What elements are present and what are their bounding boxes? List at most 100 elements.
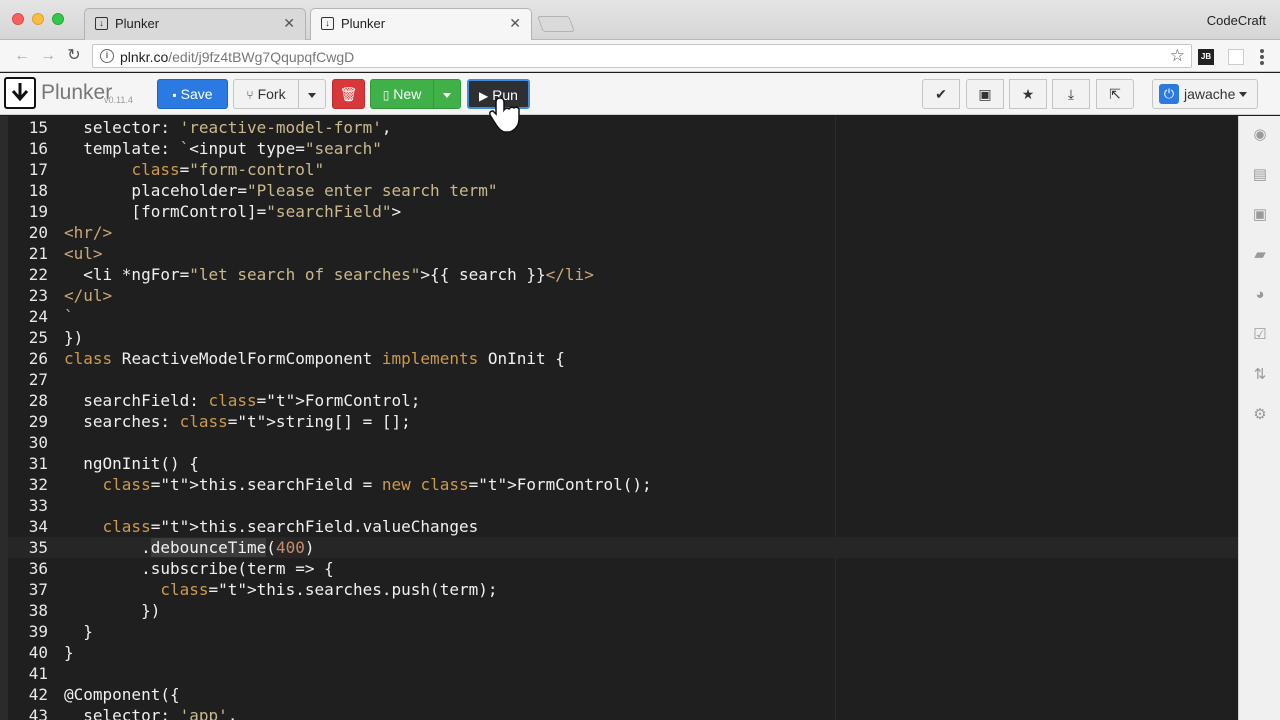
line-number[interactable]: 16	[8, 138, 48, 159]
minimize-window-button[interactable]	[32, 13, 44, 25]
back-arrow-icon[interactable]: ←	[12, 46, 32, 66]
code-line[interactable]: 28 searchField: class="t">FormControl;	[8, 390, 1238, 411]
tab-close-icon[interactable]: ✕	[509, 15, 521, 32]
code-line[interactable]: 20 <hr/>	[8, 222, 1238, 243]
save-button[interactable]: ▪ Save	[157, 79, 228, 109]
code-line[interactable]: 26 class ReactiveModelFormComponent imple…	[8, 348, 1238, 369]
browser-tab-2[interactable]: ↓ Plunker ✕	[310, 8, 532, 40]
new-tab-button[interactable]	[537, 16, 575, 32]
line-number[interactable]: 25	[8, 327, 48, 348]
open-external-button[interactable]: ⇱	[1096, 79, 1134, 109]
info-icon[interactable]: i	[100, 49, 114, 63]
blank-extension-icon[interactable]	[1228, 49, 1244, 65]
address-bar[interactable]: i plnkr.co/edit/j9fz4tBWg7QqupqfCwgD ☆	[92, 44, 1192, 68]
delete-button[interactable]: 🗑	[332, 79, 365, 109]
close-window-button[interactable]	[12, 13, 24, 25]
download-button[interactable]: ⤓	[1052, 79, 1090, 109]
gear-icon[interactable]: ⚙	[1251, 406, 1269, 424]
line-number[interactable]: 21	[8, 243, 48, 264]
line-number[interactable]: 15	[8, 117, 48, 138]
line-number[interactable]: 36	[8, 558, 48, 579]
book-icon[interactable]: ▤	[1251, 166, 1269, 184]
line-number[interactable]: 26	[8, 348, 48, 369]
code-line[interactable]: 24 `	[8, 306, 1238, 327]
briefcase-button[interactable]: ▣	[966, 79, 1004, 109]
code-line[interactable]: 43 selector: 'app',	[8, 705, 1238, 720]
code-line[interactable]: 42 @Component({	[8, 684, 1238, 705]
check-square-icon[interactable]: ☑	[1251, 326, 1269, 344]
browser-profile-name[interactable]: CodeCraft	[1207, 13, 1266, 28]
line-number[interactable]: 35	[8, 537, 48, 558]
line-number[interactable]: 17	[8, 159, 48, 180]
line-number[interactable]: 42	[8, 684, 48, 705]
line-number[interactable]: 20	[8, 222, 48, 243]
browser-menu-icon[interactable]	[1260, 49, 1264, 65]
line-number[interactable]: 29	[8, 411, 48, 432]
line-number[interactable]: 28	[8, 390, 48, 411]
user-menu-button[interactable]: ⏻ jawache	[1152, 79, 1258, 109]
line-number[interactable]: 34	[8, 516, 48, 537]
maximize-window-button[interactable]	[52, 13, 64, 25]
dashboard-icon[interactable]: ◕	[1251, 286, 1269, 304]
new-dropdown-button[interactable]	[433, 79, 461, 109]
code-line[interactable]: 22 <li *ngFor="let search of searches">{…	[8, 264, 1238, 285]
code-line[interactable]: 40}	[8, 642, 1238, 663]
forward-arrow-icon[interactable]: →	[38, 46, 58, 66]
star-button[interactable]: ★	[1009, 79, 1047, 109]
plunker-logo-text[interactable]: Plunker	[41, 81, 112, 105]
lint-check-button[interactable]: ✔	[922, 79, 960, 109]
code-line[interactable]: 15 selector: 'reactive-model-form',	[8, 117, 1238, 138]
code-line[interactable]: 29 searches: class="t">string[] = [];	[8, 411, 1238, 432]
code-line[interactable]: 30	[8, 432, 1238, 453]
line-number[interactable]: 38	[8, 600, 48, 621]
code-line[interactable]: 35 .debounceTime(400)	[8, 537, 1238, 558]
browser-tab-1[interactable]: ↓ Plunker ✕	[84, 8, 306, 40]
code-line[interactable]: 23 </ul>	[8, 285, 1238, 306]
reload-icon[interactable]: ↻	[64, 46, 84, 66]
tab-close-icon[interactable]: ✕	[283, 15, 295, 32]
eye-icon[interactable]: ◉	[1251, 126, 1269, 144]
line-number[interactable]: 22	[8, 264, 48, 285]
plunker-logo-icon[interactable]	[4, 77, 36, 109]
line-number[interactable]: 40	[8, 642, 48, 663]
fork-dropdown-button[interactable]	[298, 79, 326, 109]
new-button[interactable]: ▯ New	[370, 79, 434, 109]
retweet-icon[interactable]: ⇅	[1251, 366, 1269, 384]
code-line[interactable]: 17 class="form-control"	[8, 159, 1238, 180]
line-number[interactable]: 37	[8, 579, 48, 600]
line-number[interactable]: 32	[8, 474, 48, 495]
line-number[interactable]: 23	[8, 285, 48, 306]
code-line[interactable]: 33	[8, 495, 1238, 516]
code-line[interactable]: 27	[8, 369, 1238, 390]
line-number[interactable]: 39	[8, 621, 48, 642]
code-line[interactable]: 21 <ul>	[8, 243, 1238, 264]
code-line[interactable]: 41	[8, 663, 1238, 684]
line-number[interactable]: 18	[8, 180, 48, 201]
code-line[interactable]: 25})	[8, 327, 1238, 348]
code-line[interactable]: 37 class="t">this.searches.push(term);	[8, 579, 1238, 600]
code-line[interactable]: 38 })	[8, 600, 1238, 621]
url-text[interactable]: plnkr.co/edit/j9fz4tBWg7QqupqfCwgD	[120, 49, 354, 65]
line-number[interactable]: 41	[8, 663, 48, 684]
line-number[interactable]: 31	[8, 453, 48, 474]
code-line[interactable]: 32 class="t">this.searchField = new clas…	[8, 474, 1238, 495]
code-line[interactable]: 36 .subscribe(term => {	[8, 558, 1238, 579]
line-number[interactable]: 27	[8, 369, 48, 390]
code-line[interactable]: 39 }	[8, 621, 1238, 642]
jetbrains-extension-icon[interactable]: JB	[1198, 49, 1214, 65]
code-line[interactable]: 18 placeholder="Please enter search term…	[8, 180, 1238, 201]
comments-icon[interactable]: ▰	[1251, 246, 1269, 264]
code-line[interactable]: 34 class="t">this.searchField.valueChang…	[8, 516, 1238, 537]
bookmark-star-icon[interactable]: ☆	[1170, 46, 1185, 66]
code-line[interactable]: 16 template: `<input type="search"	[8, 138, 1238, 159]
code-editor[interactable]: 15 selector: 'reactive-model-form', 16 te…	[0, 116, 1238, 720]
line-number[interactable]: 30	[8, 432, 48, 453]
fork-button[interactable]: ⑂ Fork	[233, 79, 299, 109]
code-line[interactable]: 19 [formControl]="searchField">	[8, 201, 1238, 222]
line-number[interactable]: 24	[8, 306, 48, 327]
line-number[interactable]: 43	[8, 705, 48, 720]
code-line[interactable]: 31 ngOnInit() {	[8, 453, 1238, 474]
line-number[interactable]: 19	[8, 201, 48, 222]
line-number[interactable]: 33	[8, 495, 48, 516]
briefcase-icon[interactable]: ▣	[1251, 206, 1269, 224]
